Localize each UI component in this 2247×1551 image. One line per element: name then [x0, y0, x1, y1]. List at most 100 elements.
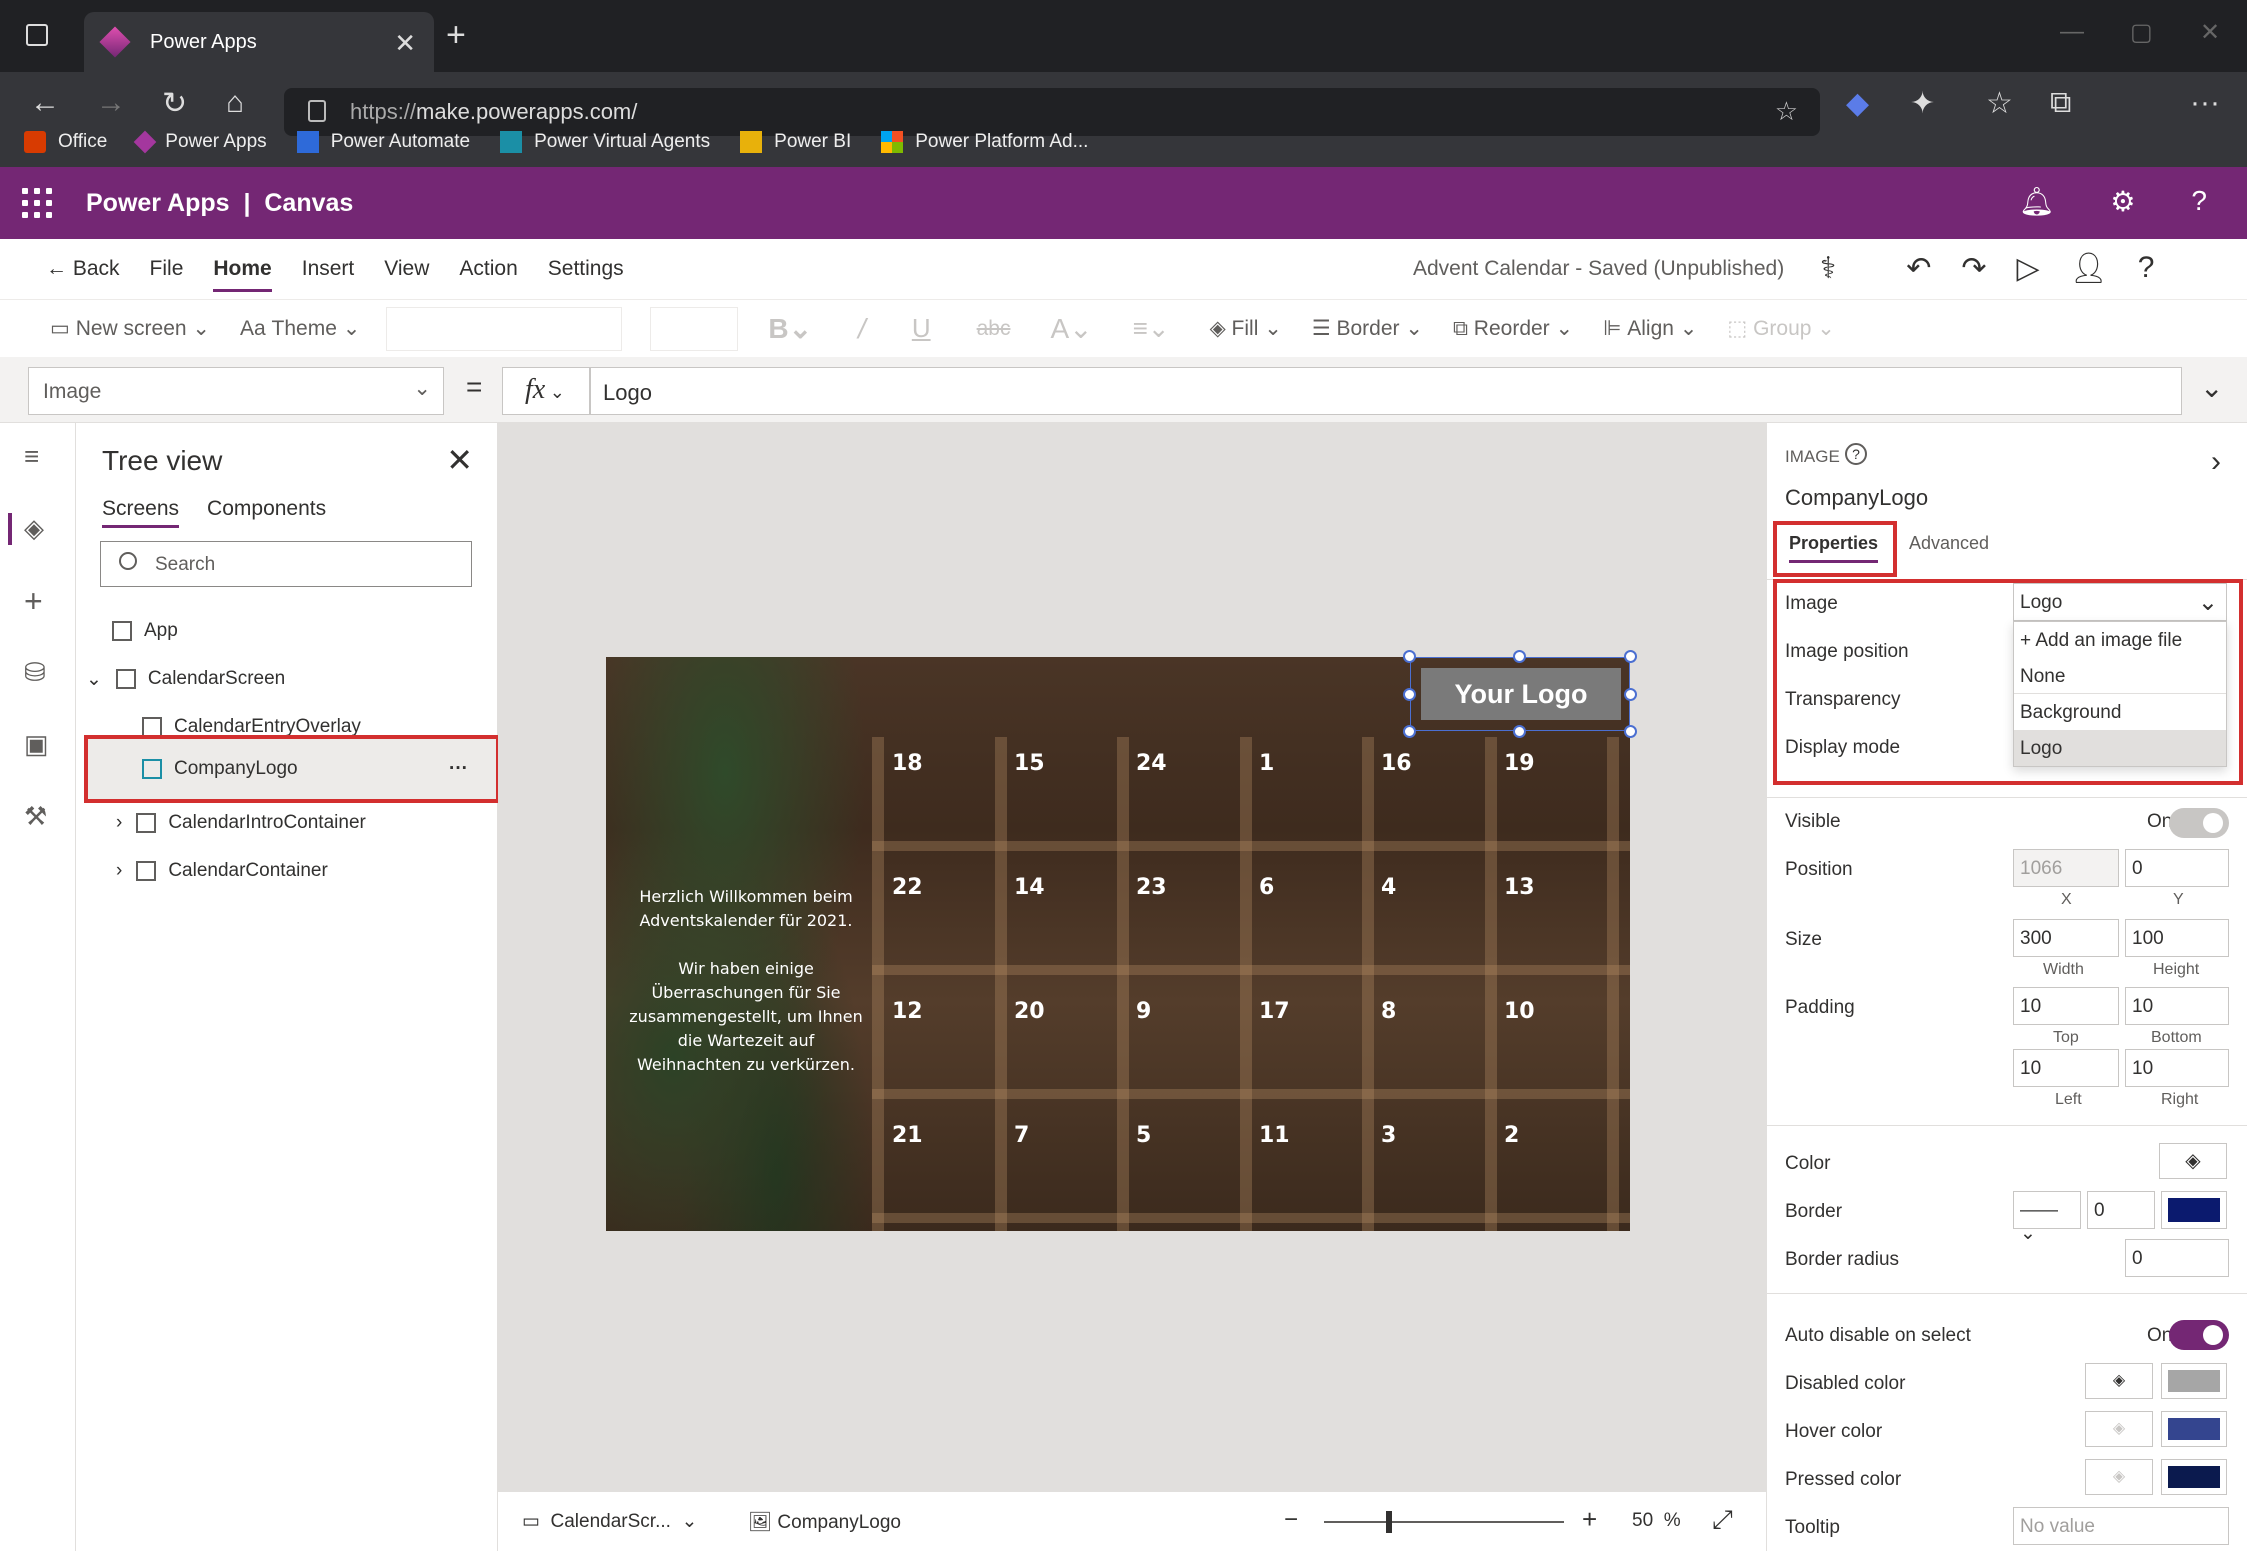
control-breadcrumb[interactable]: 🖼︎ CompanyLogo [748, 1510, 901, 1534]
data-cylinder-icon[interactable]: ⛁ [24, 657, 46, 688]
calendar-door-21[interactable]: 21 [892, 1123, 923, 1148]
property-selector[interactable]: Image ⌄ [28, 367, 444, 415]
favorite-star-icon[interactable]: ☆ [1775, 96, 1798, 127]
reorder-button[interactable]: ⧉ Reorder ⌄ [1453, 316, 1573, 341]
bookmark-power-automate[interactable]: Power Automate [296, 131, 470, 153]
disabled-color-picker[interactable] [2161, 1363, 2227, 1399]
app-checker-stethoscope-icon[interactable]: ⚕ [1820, 251, 1836, 286]
help-icon[interactable]: ? [2138, 251, 2155, 286]
tree-node-calendarcontainer[interactable]: › CalendarContainer [76, 848, 498, 894]
align-button[interactable]: ⊫ Align ⌄ [1603, 316, 1697, 341]
resize-handle[interactable] [1403, 725, 1416, 738]
search-input[interactable]: Search [100, 541, 472, 587]
fit-to-window-icon[interactable]: ⤢ [1712, 1504, 1733, 1536]
calendar-door-4[interactable]: 4 [1381, 875, 1396, 900]
resize-handle[interactable] [1403, 688, 1416, 701]
browser-tab[interactable]: Power Apps ✕ [84, 12, 434, 72]
design-canvas[interactable]: 18 15 24 1 16 19 22 14 23 6 4 13 12 20 9 17 8 10 21 7 5 11 3 2 … [498, 423, 1766, 1491]
tree-node-calendarscreen[interactable]: ⌄ CalendarScreen [76, 656, 498, 702]
border-radius-input[interactable]: 0 [2125, 1239, 2229, 1277]
resize-handle[interactable] [1624, 688, 1637, 701]
padding-right-input[interactable]: 10 [2125, 1049, 2229, 1087]
menu-action[interactable]: Action [459, 257, 517, 292]
menu-home[interactable]: Home [213, 257, 272, 292]
minimize-icon[interactable]: — [2060, 18, 2084, 46]
calendar-door-23[interactable]: 23 [1136, 875, 1167, 900]
menu-settings[interactable]: Settings [548, 257, 624, 292]
reload-icon[interactable]: ↻ [162, 86, 187, 121]
calendar-door-18[interactable]: 18 [892, 751, 923, 776]
calendar-door-19[interactable]: 19 [1504, 751, 1535, 776]
pressed-fill-icon[interactable]: ◈ [2085, 1459, 2153, 1495]
chevron-right-icon[interactable]: › [116, 812, 122, 834]
calendar-door-24[interactable]: 24 [1136, 751, 1167, 776]
color-picker-button[interactable]: ◈ [2159, 1143, 2227, 1179]
calendar-door-11[interactable]: 11 [1259, 1123, 1290, 1148]
calendar-door-8[interactable]: 8 [1381, 999, 1396, 1024]
auto-disable-toggle[interactable] [2169, 1320, 2229, 1350]
calendar-door-3[interactable]: 3 [1381, 1123, 1396, 1148]
close-tab-icon[interactable]: ✕ [394, 28, 416, 59]
expand-formula-icon[interactable]: ⌄ [2200, 371, 2223, 404]
extensions-puzzle-icon[interactable]: ✦ [1910, 86, 1935, 121]
dropdown-option-none[interactable]: None [2014, 658, 2226, 694]
calendar-door-14[interactable]: 14 [1014, 875, 1045, 900]
calendar-door-10[interactable]: 10 [1504, 999, 1535, 1024]
media-icon[interactable]: ▣ [24, 729, 49, 760]
app-launcher-icon[interactable] [22, 188, 52, 218]
resize-handle[interactable] [1513, 725, 1526, 738]
bookmark-office[interactable]: Office [24, 131, 107, 153]
tab-components[interactable]: Components [207, 497, 326, 528]
share-user-icon[interactable]: 👤︎ [2070, 251, 2108, 286]
tree-node-calendarintrocontainer[interactable]: › CalendarIntroContainer [76, 800, 498, 846]
zoom-in-icon[interactable]: + [1582, 1504, 1597, 1535]
calendar-door-17[interactable]: 17 [1259, 999, 1290, 1024]
tab-screens[interactable]: Screens [102, 497, 180, 528]
extension-icon[interactable]: ◆ [1846, 86, 1869, 121]
position-x-input[interactable]: 1066 [2013, 849, 2119, 887]
calendar-door-1[interactable]: 1 [1259, 751, 1274, 776]
calendar-door-22[interactable]: 22 [892, 875, 923, 900]
menu-insert[interactable]: Insert [302, 257, 355, 292]
favorites-icon[interactable]: ☆ [1986, 86, 2013, 121]
resize-handle[interactable] [1624, 725, 1637, 738]
calendar-door-7[interactable]: 7 [1014, 1123, 1029, 1148]
bookmark-power-bi[interactable]: Power BI [740, 131, 851, 153]
tree-node-companylogo[interactable]: CompanyLogo ··· [84, 735, 500, 803]
theme-button[interactable]: Aa Theme ⌄ [240, 316, 360, 341]
sidebar-toggle-icon[interactable] [26, 24, 48, 46]
more-options-icon[interactable]: ··· [449, 758, 468, 780]
border-style-select[interactable]: —— ⌄ [2013, 1191, 2081, 1244]
chevron-down-icon[interactable]: ⌄ [86, 668, 102, 691]
height-input[interactable]: 100 [2125, 919, 2229, 957]
back-icon[interactable]: ← [30, 86, 60, 120]
collapse-panel-icon[interactable]: › [2211, 445, 2221, 479]
home-icon[interactable]: ⌂ [226, 86, 244, 120]
calendar-door-13[interactable]: 13 [1504, 875, 1535, 900]
tree-view-layers-icon[interactable]: ◈ [24, 513, 44, 544]
border-button[interactable]: ☰ Border ⌄ [1312, 316, 1423, 341]
bookmark-power-virtual-agents[interactable]: Power Virtual Agents [500, 131, 710, 153]
dropdown-option-background[interactable]: Background [2014, 694, 2226, 730]
calendar-door-2[interactable]: 2 [1504, 1123, 1519, 1148]
disabled-fill-icon[interactable]: ◈ [2085, 1363, 2153, 1399]
more-menu-icon[interactable]: ··· [2190, 86, 2220, 120]
hover-fill-icon[interactable]: ◈ [2085, 1411, 2153, 1447]
function-button[interactable]: fx ⌄ [502, 367, 590, 415]
screen-breadcrumb[interactable]: ▭ CalendarScr... ⌄ [522, 1510, 697, 1533]
help-icon[interactable]: ? [2191, 185, 2207, 218]
zoom-slider[interactable] [1324, 1511, 1564, 1533]
calendar-door-20[interactable]: 20 [1014, 999, 1045, 1024]
resize-handle[interactable] [1513, 650, 1526, 663]
padding-bottom-input[interactable]: 10 [2125, 987, 2229, 1025]
collections-icon[interactable]: ⧉ [2050, 86, 2071, 120]
border-width-input[interactable]: 0 [2087, 1191, 2155, 1229]
tree-node-app[interactable]: App [76, 608, 498, 654]
calendar-door-16[interactable]: 16 [1381, 751, 1412, 776]
maximize-icon[interactable]: ▢ [2130, 18, 2153, 47]
preview-play-icon[interactable]: ▷ [2017, 251, 2040, 286]
resize-handle[interactable] [1403, 650, 1416, 663]
formula-input[interactable]: Logo [590, 367, 2182, 415]
dropdown-option-logo[interactable]: Logo [2014, 730, 2226, 766]
image-select[interactable]: Logo ⌄ [2013, 583, 2227, 621]
